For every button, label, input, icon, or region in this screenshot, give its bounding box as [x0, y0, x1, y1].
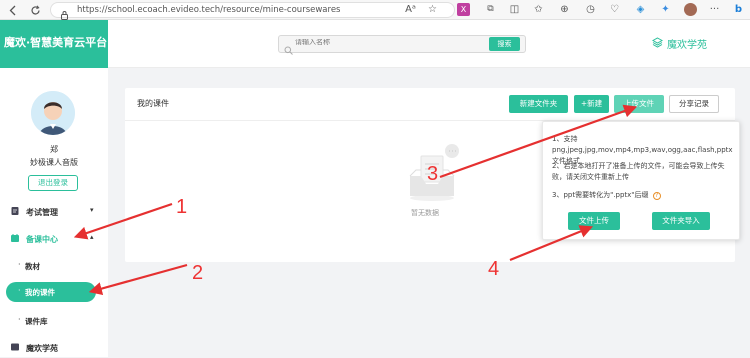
history-icon[interactable]: ◷ — [584, 3, 597, 16]
search-button[interactable]: 搜索 — [489, 37, 520, 51]
profile-avatar[interactable] — [684, 3, 697, 16]
new-button[interactable]: +新建 — [574, 95, 609, 113]
upload-file-button[interactable]: 上传文件 — [614, 95, 664, 113]
url-text[interactable]: https://school.ecoach.evideo.tech/resour… — [77, 4, 340, 17]
chevron-up-icon: ▴ — [90, 233, 94, 241]
submenu-courseware-library[interactable]: · 课件库 — [0, 311, 108, 331]
back-icon[interactable] — [6, 3, 20, 17]
brand-bar: 魔欢·智慧美育云平台 — [0, 20, 108, 68]
file-upload-button[interactable]: 文件上传 — [568, 212, 620, 230]
academy-link[interactable]: 魔欢学苑 — [651, 36, 707, 51]
bullet-icon: · — [18, 286, 21, 295]
search-icon — [284, 40, 293, 55]
popover-note-3-text: 3、ppt需要转化为".pptx"后缀 — [552, 191, 649, 199]
menu-academy-label: 魔欢学苑 — [26, 344, 58, 353]
menu-exam[interactable]: 考试管理 ▾ — [0, 202, 108, 222]
academy-label[interactable]: 魔欢学苑 — [667, 40, 707, 51]
collections-icon[interactable]: ⊕ — [558, 3, 571, 16]
submenu-library-label: 课件库 — [25, 317, 48, 326]
favorite-icon[interactable]: ☆ — [426, 3, 439, 16]
prepare-icon — [10, 233, 20, 243]
annotation-number-3: 3 — [427, 163, 439, 185]
page-title: 我的课件 — [137, 99, 169, 108]
logout-button[interactable]: 退出登录 — [28, 175, 78, 191]
submenu-my-courseware-label: 我的课件 — [25, 288, 55, 297]
split-icon[interactable]: ◫ — [508, 3, 521, 16]
bing-icon[interactable]: b — [732, 3, 745, 16]
favorites-bar-icon[interactable]: ✩ — [532, 3, 545, 16]
toolbar-icon[interactable]: ⧉ — [484, 3, 497, 16]
bullet-icon: · — [18, 315, 21, 324]
submenu-my-courseware[interactable]: · 我的课件 — [6, 282, 96, 302]
popover-note-2: 2、若是本地打开了准备上传的文件，可能会导致上传失败，请关闭文件重新上传 — [552, 162, 725, 181]
menu-exam-label: 考试管理 — [26, 208, 58, 217]
annotation-number-2: 2 — [192, 262, 204, 284]
menu-prepare[interactable]: 备课中心 ▴ — [0, 229, 108, 249]
chevron-down-icon: ▾ — [90, 206, 94, 214]
shield-icon[interactable]: ♡ — [608, 3, 621, 16]
address-bar[interactable]: https://school.ecoach.evideo.tech/resour… — [50, 2, 455, 20]
avatar — [31, 91, 75, 135]
extension-icon[interactable]: X — [457, 3, 470, 16]
copilot-icon[interactable]: ✦ — [659, 3, 672, 16]
academy-menu-icon — [10, 342, 20, 352]
share-records-button[interactable]: 分享记录 — [669, 95, 719, 113]
empty-state-text: 暂无数据 — [411, 209, 439, 217]
user-name: 郑 — [50, 145, 58, 154]
user-organization: 妙极课人音版 — [30, 158, 78, 167]
help-icon[interactable]: ? — [652, 192, 661, 200]
submenu-textbook[interactable]: · 教材 — [0, 256, 108, 276]
menu-academy[interactable]: 魔欢学苑 — [0, 338, 108, 358]
annotation-number-1: 1 — [176, 196, 188, 218]
new-folder-button[interactable]: 新建文件夹 — [509, 95, 568, 113]
bullet-icon: · — [18, 260, 21, 269]
exam-icon — [10, 206, 20, 216]
submenu-textbook-label: 教材 — [25, 262, 40, 271]
popover-note-3: 3、ppt需要转化为".pptx"后缀 ? — [552, 190, 732, 201]
browser-toolbar: https://school.ecoach.evideo.tech/resour… — [0, 0, 750, 20]
browser-essentials-icon[interactable]: ◈ — [634, 3, 647, 16]
more-icon[interactable]: ··· — [708, 3, 721, 16]
layers-icon — [651, 37, 664, 48]
refresh-icon[interactable] — [28, 3, 42, 17]
lock-icon[interactable] — [60, 5, 70, 20]
menu-prepare-label: 备课中心 — [26, 235, 58, 244]
site-logo[interactable]: 魔欢·智慧美育云平台 — [4, 34, 107, 50]
annotation-number-4: 4 — [488, 258, 500, 280]
read-aloud-icon[interactable]: Aᵃ — [404, 3, 417, 16]
search-input[interactable] — [295, 39, 455, 46]
folder-import-button[interactable]: 文件夹导入 — [652, 212, 710, 230]
